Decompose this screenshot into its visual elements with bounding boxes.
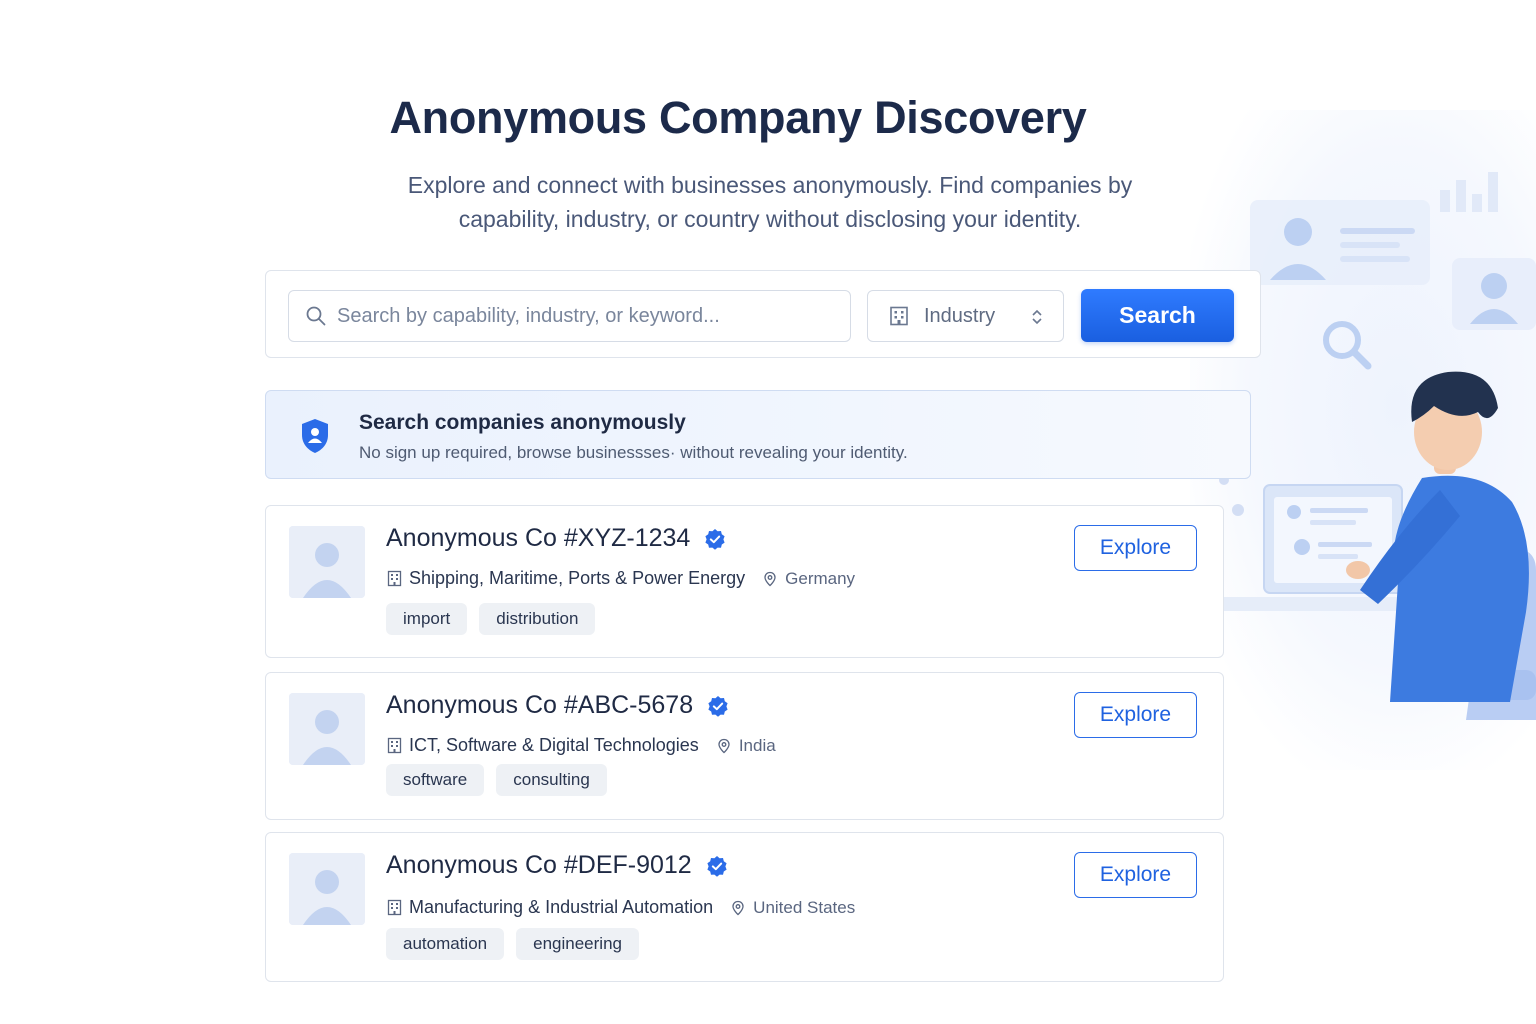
chevron-updown-icon xyxy=(1032,309,1042,325)
tag-list: import distribution xyxy=(386,603,607,635)
company-meta: Shipping, Maritime, Ports & Power Energy… xyxy=(386,568,855,589)
explore-button[interactable]: Explore xyxy=(1074,525,1197,571)
tag[interactable]: engineering xyxy=(516,928,639,960)
company-industry: ICT, Software & Digital Technologies xyxy=(409,735,699,755)
building-icon xyxy=(387,899,402,916)
company-card: Anonymous Co #DEF-9012 Manufacturing & I… xyxy=(265,832,1224,982)
explore-button[interactable]: Explore xyxy=(1074,852,1197,898)
banner-title: Search companies anonymously xyxy=(359,411,686,434)
search-icon xyxy=(306,306,326,326)
user-placeholder-icon xyxy=(289,526,365,598)
user-placeholder-icon xyxy=(289,693,365,765)
company-card: Anonymous Co #XYZ-1234 Shipping, Maritim… xyxy=(265,505,1224,658)
map-pin-icon xyxy=(718,738,730,753)
avatar xyxy=(289,853,365,925)
page-title: Anonymous Company Discovery xyxy=(389,92,1087,143)
shield-user-icon xyxy=(302,419,328,453)
company-meta: Manufacturing & Industrial Automation Un… xyxy=(386,897,855,918)
company-name: Anonymous Co #ABC-5678 xyxy=(386,691,729,720)
building-icon xyxy=(387,570,402,587)
search-panel: Industry Search xyxy=(265,270,1261,358)
anonymous-info-banner: Search companies anonymously No sign up … xyxy=(265,390,1251,479)
map-pin-icon xyxy=(732,900,744,915)
map-pin-icon xyxy=(764,571,776,586)
company-country: United States xyxy=(753,897,856,917)
search-button[interactable]: Search xyxy=(1081,289,1234,342)
company-name-text: Anonymous Co #ABC-5678 xyxy=(386,691,694,719)
industry-select[interactable]: Industry xyxy=(867,290,1064,342)
search-field[interactable] xyxy=(288,290,851,342)
user-placeholder-icon xyxy=(289,853,365,925)
banner-text: No sign up required, browse businessses·… xyxy=(359,443,908,462)
tag[interactable]: distribution xyxy=(479,603,596,635)
verified-badge-icon xyxy=(707,855,727,877)
tag[interactable]: consulting xyxy=(496,764,607,796)
avatar xyxy=(289,526,365,598)
industry-select-label: Industry xyxy=(924,304,996,327)
page-subtitle: Explore and connect with businesses anon… xyxy=(407,172,1133,232)
company-name-text: Anonymous Co #XYZ-1234 xyxy=(386,524,691,552)
company-country: India xyxy=(738,735,776,755)
company-name: Anonymous Co #XYZ-1234 xyxy=(386,524,726,553)
building-icon xyxy=(387,737,402,754)
avatar xyxy=(289,693,365,765)
verified-badge-icon xyxy=(708,695,728,717)
search-input[interactable] xyxy=(337,304,837,328)
company-name-text: Anonymous Co #DEF-9012 xyxy=(386,851,692,879)
company-country: Germany xyxy=(785,568,856,588)
company-meta: ICT, Software & Digital Technologies Ind… xyxy=(386,735,776,756)
company-industry: Shipping, Maritime, Ports & Power Energy xyxy=(409,568,746,588)
verified-badge-icon xyxy=(705,528,725,550)
tag[interactable]: software xyxy=(386,764,485,796)
building-icon xyxy=(890,306,908,326)
company-card: Anonymous Co #ABC-5678 ICT, Software & D… xyxy=(265,672,1224,820)
tag[interactable]: import xyxy=(386,603,468,635)
company-industry: Manufacturing & Industrial Automation xyxy=(409,897,714,917)
tag[interactable]: automation xyxy=(386,928,505,960)
company-name: Anonymous Co #DEF-9012 xyxy=(386,851,728,880)
explore-button[interactable]: Explore xyxy=(1074,692,1197,738)
tag-list: automation engineering xyxy=(386,928,651,960)
tag-list: software consulting xyxy=(386,764,619,796)
